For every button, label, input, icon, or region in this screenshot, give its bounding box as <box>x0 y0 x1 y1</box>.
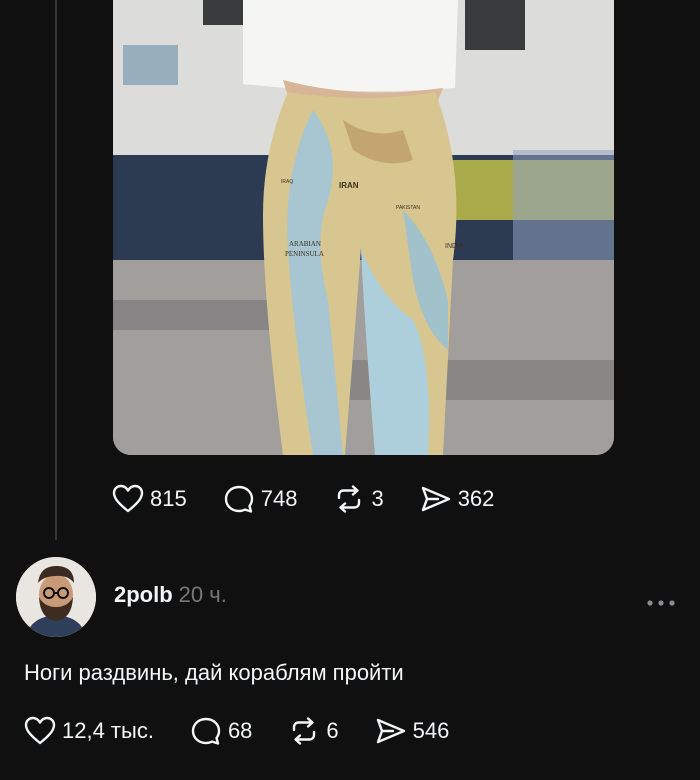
reply-like-count: 12,4 тыс. <box>62 718 154 743</box>
repost-icon <box>338 485 361 513</box>
comment-icon <box>224 485 253 513</box>
post-like-count: 815 <box>150 486 187 511</box>
map-label-peninsula: PENINSULA <box>285 250 324 258</box>
post-comment-button[interactable]: 748 <box>223 484 298 514</box>
reply-timestamp: 20 ч. <box>178 582 227 607</box>
map-label-iraq: IRAQ <box>281 179 293 185</box>
heart-icon <box>112 484 144 513</box>
avatar[interactable] <box>16 557 96 637</box>
comment-icon <box>191 717 221 745</box>
thread-connector-line <box>55 0 57 540</box>
reply-comment-button[interactable]: 68 <box>190 716 252 746</box>
reply-username[interactable]: 2polb <box>114 582 173 607</box>
reply-text: Ноги раздвинь, дай кораблям пройти <box>24 660 404 685</box>
share-icon <box>376 718 405 744</box>
reply-meta: 2polb 20 ч. <box>114 582 227 608</box>
map-label-india: INDIA <box>445 243 464 250</box>
map-label-pakistan: PAKISTAN <box>396 205 420 211</box>
reply-share-count: 546 <box>412 718 450 743</box>
post-share-button[interactable]: 362 <box>420 484 495 514</box>
repost-icon <box>293 717 316 745</box>
reply-like-button[interactable]: 12,4 тыс. <box>24 716 154 746</box>
post-action-bar: 815 748 3 362 <box>112 484 530 514</box>
reply-repost-button[interactable]: 6 <box>288 716 339 746</box>
post-share-count: 362 <box>457 486 495 511</box>
reply-repost-count: 6 <box>326 718 339 743</box>
heart-icon <box>24 716 56 745</box>
post-image[interactable]: IRAN ARABIAN PENINSULA INDIA PAKISTAN IR… <box>113 0 614 455</box>
leggings-photo: IRAN ARABIAN PENINSULA INDIA PAKISTAN IR… <box>113 0 614 455</box>
map-label-arabian: ARABIAN <box>289 240 321 248</box>
reply-share-button[interactable]: 546 <box>375 716 450 746</box>
reply-comment-count: 68 <box>227 718 253 743</box>
post-comment-count: 748 <box>260 486 298 511</box>
avatar-image <box>16 557 96 637</box>
share-icon <box>421 486 450 512</box>
map-label-iran: IRAN <box>339 181 359 190</box>
more-dots-icon <box>647 600 675 606</box>
post-repost-button[interactable]: 3 <box>333 484 384 514</box>
more-options-button[interactable] <box>646 594 676 612</box>
reply-action-bar: 12,4 тыс. 68 6 546 <box>24 716 485 746</box>
post-like-button[interactable]: 815 <box>112 484 187 514</box>
post-repost-count: 3 <box>371 486 384 511</box>
